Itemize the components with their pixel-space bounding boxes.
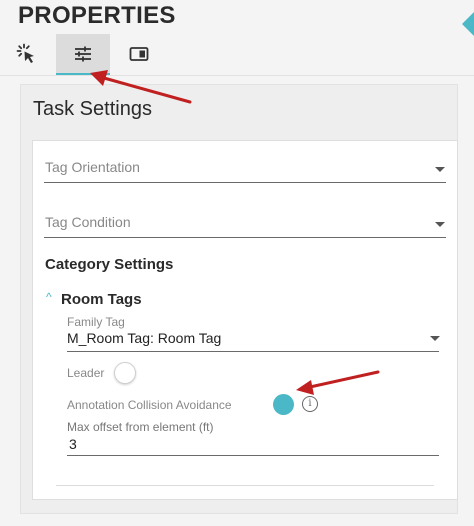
tab-settings[interactable] bbox=[56, 34, 110, 76]
chevron-up-icon: ^ bbox=[46, 290, 52, 304]
chevron-down-icon bbox=[435, 167, 445, 172]
tab-bar-divider bbox=[0, 75, 474, 76]
family-tag-label: Family Tag bbox=[67, 315, 125, 329]
dropdown-underline bbox=[44, 182, 446, 183]
tag-condition-placeholder: Tag Condition bbox=[45, 214, 131, 230]
annotation-collision-avoidance-label: Annotation Collision Avoidance bbox=[67, 398, 232, 412]
family-tag-value: M_Room Tag: Room Tag bbox=[67, 330, 222, 346]
leader-label: Leader bbox=[67, 366, 105, 380]
panel-title: PROPERTIES bbox=[18, 2, 176, 29]
sliders-icon bbox=[75, 46, 91, 62]
annotation-collision-avoidance-toggle[interactable] bbox=[273, 394, 294, 415]
chevron-down-icon bbox=[430, 336, 440, 341]
task-settings-heading: Task Settings bbox=[33, 98, 152, 120]
chevron-down-icon bbox=[435, 222, 445, 227]
dropdown-underline bbox=[67, 351, 439, 352]
max-offset-label: Max offset from element (ft) bbox=[67, 420, 214, 434]
side-collapse-handle[interactable] bbox=[462, 12, 474, 36]
tag-orientation-placeholder: Tag Orientation bbox=[45, 159, 140, 175]
max-offset-input[interactable]: 3 bbox=[69, 436, 77, 452]
info-icon[interactable]: i bbox=[302, 396, 318, 412]
category-settings-heading: Category Settings bbox=[45, 256, 174, 273]
panel-icon bbox=[129, 47, 149, 61]
leader-toggle[interactable] bbox=[114, 362, 136, 384]
input-underline bbox=[67, 455, 439, 456]
tab-select[interactable] bbox=[0, 34, 54, 74]
section-divider bbox=[56, 485, 434, 486]
dropdown-underline bbox=[44, 237, 446, 238]
cursor-click-icon bbox=[16, 43, 34, 63]
room-tags-label: Room Tags bbox=[61, 291, 142, 308]
tab-panel[interactable] bbox=[112, 34, 166, 74]
